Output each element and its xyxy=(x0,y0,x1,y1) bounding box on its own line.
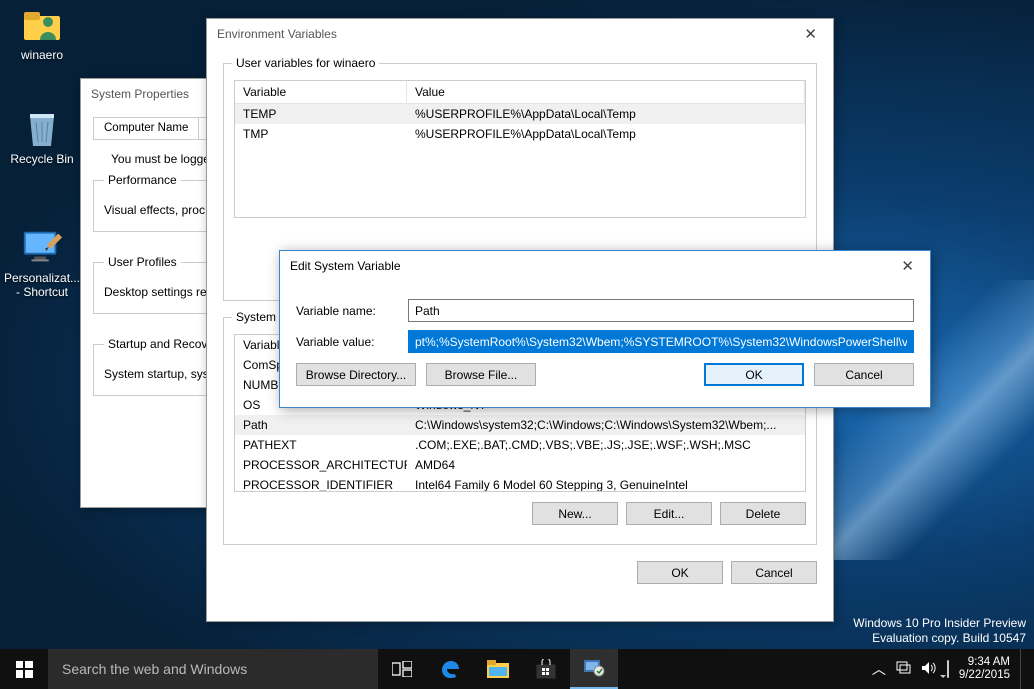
delete-button[interactable]: Delete xyxy=(720,502,806,525)
window-title: Edit System Variable xyxy=(290,259,401,273)
taskbar: Search the web and Windows ︿ 9:34 AM 9/2… xyxy=(0,649,1034,689)
desktop-icon-winaero[interactable]: winaero xyxy=(4,2,80,62)
variable-name-label: Variable name: xyxy=(296,304,396,318)
window-title: Environment Variables xyxy=(217,27,337,41)
cancel-button[interactable]: Cancel xyxy=(731,561,817,584)
variable-name-input[interactable] xyxy=(408,299,914,322)
action-center-icon[interactable] xyxy=(947,661,949,677)
close-icon[interactable]: ✕ xyxy=(798,23,823,45)
col-variable[interactable]: Variable xyxy=(235,81,407,103)
table-row[interactable]: TMP %USERPROFILE%\AppData\Local\Temp xyxy=(235,124,805,144)
table-row[interactable]: PROCESSOR_IDENTIFIERIntel64 Family 6 Mod… xyxy=(235,475,805,492)
network-icon[interactable] xyxy=(896,661,911,678)
watermark-line2: Evaluation copy. Build 10547 xyxy=(853,631,1026,647)
editvar-titlebar[interactable]: Edit System Variable ✕ xyxy=(280,251,930,281)
edit-system-variable-dialog: Edit System Variable ✕ Variable name: Va… xyxy=(279,250,931,408)
user-vars-group-title: User variables for winaero xyxy=(232,56,379,70)
desktop-icon-recycle-bin[interactable]: Recycle Bin xyxy=(4,106,80,166)
cancel-button[interactable]: Cancel xyxy=(814,363,914,386)
system-tray: ︿ 9:34 AM 9/22/2015 xyxy=(872,649,1034,689)
startup-legend: Startup and Recove xyxy=(104,337,218,351)
performance-legend: Performance xyxy=(104,173,181,187)
search-input[interactable]: Search the web and Windows xyxy=(48,649,378,689)
browse-directory-button[interactable]: Browse Directory... xyxy=(296,363,416,386)
file-explorer-icon[interactable] xyxy=(474,649,522,689)
search-placeholder: Search the web and Windows xyxy=(62,661,247,677)
table-row[interactable]: PATHEXT.COM;.EXE;.BAT;.CMD;.VBS;.VBE;.JS… xyxy=(235,435,805,455)
clock-time: 9:34 AM xyxy=(959,656,1010,669)
clock-date: 9/22/2015 xyxy=(959,669,1010,682)
ok-button[interactable]: OK xyxy=(704,363,804,386)
clock[interactable]: 9:34 AM 9/22/2015 xyxy=(959,656,1010,681)
new-button[interactable]: New... xyxy=(532,502,618,525)
windows-watermark: Windows 10 Pro Insider Preview Evaluatio… xyxy=(853,616,1026,647)
table-header: Variable Value xyxy=(235,81,805,104)
start-button[interactable] xyxy=(0,649,48,689)
watermark-line1: Windows 10 Pro Insider Preview xyxy=(853,616,1026,632)
desktop-icon-personalization[interactable]: Personalizat... - Shortcut xyxy=(4,225,80,299)
browse-file-button[interactable]: Browse File... xyxy=(426,363,536,386)
tab-computer-name[interactable]: Computer Name xyxy=(93,117,199,139)
ok-button[interactable]: OK xyxy=(637,561,723,584)
windows-logo-icon xyxy=(16,661,33,678)
desktop-icon-label: Recycle Bin xyxy=(10,152,73,166)
col-value[interactable]: Value xyxy=(407,81,805,103)
user-vars-table[interactable]: Variable Value TEMP %USERPROFILE%\AppDat… xyxy=(234,80,806,218)
tray-chevron-icon[interactable]: ︿ xyxy=(872,659,886,679)
table-row[interactable]: PROCESSOR_ARCHITECTUREAMD64 xyxy=(235,455,805,475)
variable-value-label: Variable value: xyxy=(296,335,396,349)
edit-button[interactable]: Edit... xyxy=(626,502,712,525)
store-icon[interactable] xyxy=(522,649,570,689)
show-desktop-button[interactable] xyxy=(1020,649,1026,689)
volume-icon[interactable] xyxy=(921,661,937,678)
folder-user-icon xyxy=(20,2,64,46)
table-row[interactable]: PathC:\Windows\system32;C:\Windows;C:\Wi… xyxy=(235,415,805,435)
desktop-icon-label: Personalizat... - Shortcut xyxy=(4,271,80,299)
desktop-icon-label: winaero xyxy=(21,48,63,62)
variable-value-input[interactable] xyxy=(408,330,914,353)
window-title: System Properties xyxy=(91,87,189,101)
recycle-bin-icon xyxy=(20,106,64,150)
monitor-brush-icon xyxy=(20,225,64,269)
envvars-titlebar[interactable]: Environment Variables ✕ xyxy=(207,19,833,49)
edge-icon[interactable] xyxy=(426,649,474,689)
userprofiles-legend: User Profiles xyxy=(104,255,181,269)
table-row[interactable]: TEMP %USERPROFILE%\AppData\Local\Temp xyxy=(235,104,805,124)
close-icon[interactable]: ✕ xyxy=(895,255,920,277)
sysprops-taskbar-icon[interactable] xyxy=(570,649,618,689)
task-view-button[interactable] xyxy=(378,649,426,689)
